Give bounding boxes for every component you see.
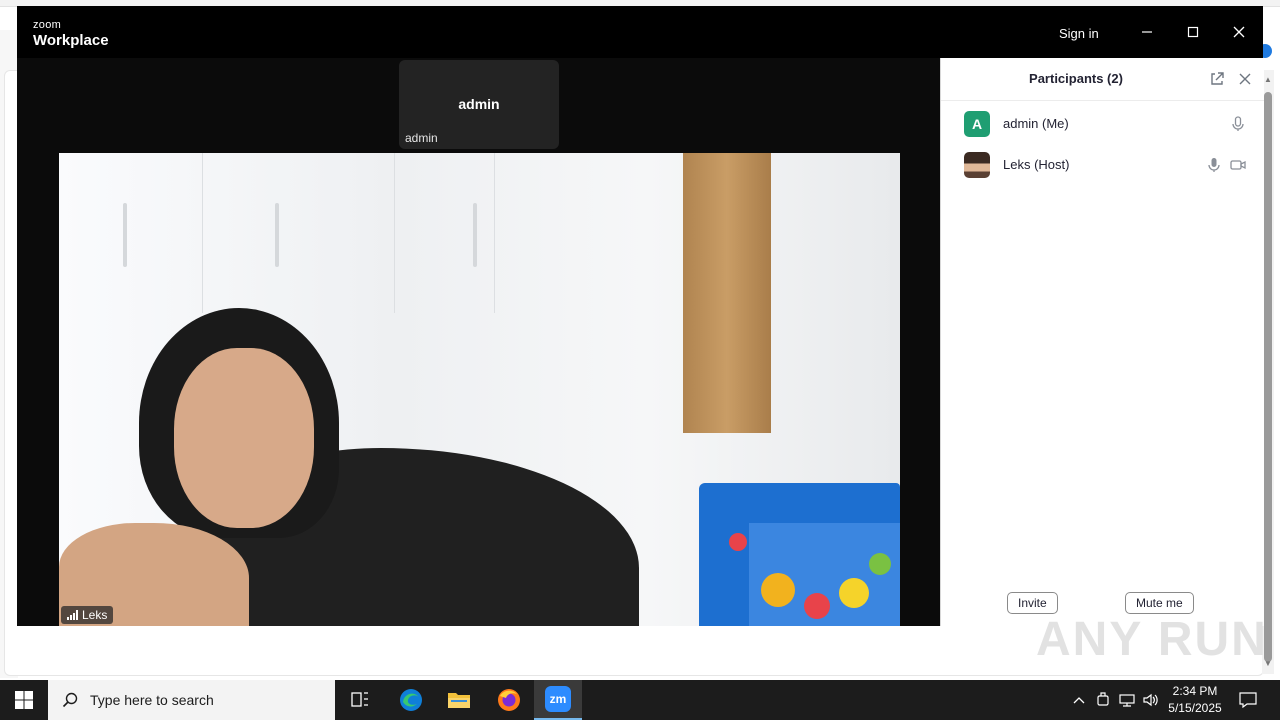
speaker-name-label: Leks (61, 606, 114, 624)
participants-title: Participants (2) (1029, 71, 1123, 86)
device-icon (1097, 692, 1109, 706)
self-tile-label: admin (405, 131, 438, 145)
video-detail (494, 153, 495, 313)
close-panel-icon[interactable] (1237, 71, 1253, 87)
zoom-app-icon: zm (545, 686, 571, 712)
start-button[interactable] (0, 680, 48, 720)
maximize-icon (1187, 26, 1199, 38)
participant-row[interactable]: A admin (Me) (941, 106, 1264, 142)
firefox-icon (498, 689, 520, 711)
folder-icon (448, 693, 470, 708)
maximize-button[interactable] (1181, 20, 1205, 44)
video-detail (761, 573, 795, 607)
video-detail (174, 348, 314, 528)
notifications-button[interactable] (1234, 680, 1262, 720)
video-camera-icon[interactable] (1229, 156, 1247, 174)
windows-logo-icon (15, 691, 33, 709)
video-detail (839, 578, 869, 608)
avatar (964, 152, 990, 178)
speaker-name: Leks (82, 608, 108, 622)
title-bar: zoom Workplace Sign in (17, 6, 1263, 58)
video-detail (394, 153, 395, 313)
scrollbar-thumb[interactable] (1264, 92, 1272, 662)
volume-button[interactable] (1140, 680, 1162, 720)
minimize-button[interactable] (1135, 20, 1159, 44)
search-placeholder: Type here to search (90, 692, 214, 708)
microphone-icon[interactable] (1205, 156, 1223, 174)
video-detail (123, 203, 127, 267)
speaker-icon (1143, 693, 1158, 707)
signal-strength-icon (67, 610, 78, 620)
close-button[interactable] (1227, 20, 1251, 44)
zoom-window: zoom Workplace Sign in admin admin Leks … (17, 6, 1264, 626)
self-tile-name: admin (458, 96, 500, 112)
video-detail (804, 593, 830, 619)
invite-button[interactable]: Invite (1007, 592, 1058, 614)
close-icon (1233, 26, 1245, 38)
video-detail (473, 203, 477, 267)
participant-row[interactable]: Leks (Host) (941, 147, 1264, 183)
notification-icon (1239, 692, 1257, 708)
zoom-workplace-logo: zoom Workplace (33, 19, 109, 49)
participant-name: admin (Me) (1003, 116, 1069, 131)
scroll-up-icon[interactable]: ▲ (1264, 76, 1272, 84)
anyrun-watermark: ANY RUN (1036, 613, 1268, 666)
video-detail (729, 533, 747, 551)
participants-header: Participants (2) (941, 58, 1264, 101)
video-detail (869, 553, 891, 575)
taskbar: Type here to search zm 2:34 PM 5/15/2025 (0, 680, 1280, 720)
clock-time: 2:34 PM (1172, 684, 1218, 698)
popout-icon[interactable] (1209, 71, 1225, 87)
video-detail (275, 203, 279, 267)
firefox-app-button[interactable] (485, 680, 533, 720)
show-hidden-icons-button[interactable] (1068, 680, 1090, 720)
edge-app-button[interactable] (387, 680, 435, 720)
logo-line-2: Workplace (33, 32, 109, 49)
sign-in-button[interactable]: Sign in (1059, 26, 1099, 41)
microphone-icon[interactable] (1229, 115, 1247, 133)
participant-name: Leks (Host) (1003, 157, 1070, 172)
avatar: A (964, 111, 990, 137)
mute-me-button[interactable]: Mute me (1125, 592, 1194, 614)
search-icon (62, 692, 78, 708)
clock-date: 5/15/2025 (1168, 701, 1222, 715)
meeting-area: admin admin Leks (17, 58, 940, 626)
chevron-up-icon (1073, 697, 1085, 704)
network-button[interactable] (1116, 680, 1138, 720)
network-icon (1119, 694, 1135, 707)
participants-panel: Participants (2) A admin (Me) Leks (Host… (940, 58, 1264, 626)
active-speaker-video[interactable]: Leks (59, 153, 900, 626)
tray-device-button[interactable] (1092, 680, 1114, 720)
video-detail (683, 153, 771, 433)
edge-icon (400, 689, 422, 711)
task-view-icon (351, 692, 368, 707)
self-video-tile[interactable]: admin admin (399, 60, 559, 149)
taskbar-clock[interactable]: 2:34 PM 5/15/2025 (1164, 683, 1226, 717)
file-explorer-button[interactable] (435, 680, 483, 720)
logo-line-1: zoom (33, 19, 62, 31)
zoom-app-button[interactable]: zm (534, 680, 582, 720)
video-detail (202, 153, 203, 313)
task-view-button[interactable] (336, 680, 384, 720)
minimize-icon (1142, 31, 1152, 33)
zoom-app-icon-label: zm (549, 692, 567, 706)
taskbar-search-box[interactable]: Type here to search (48, 680, 335, 720)
